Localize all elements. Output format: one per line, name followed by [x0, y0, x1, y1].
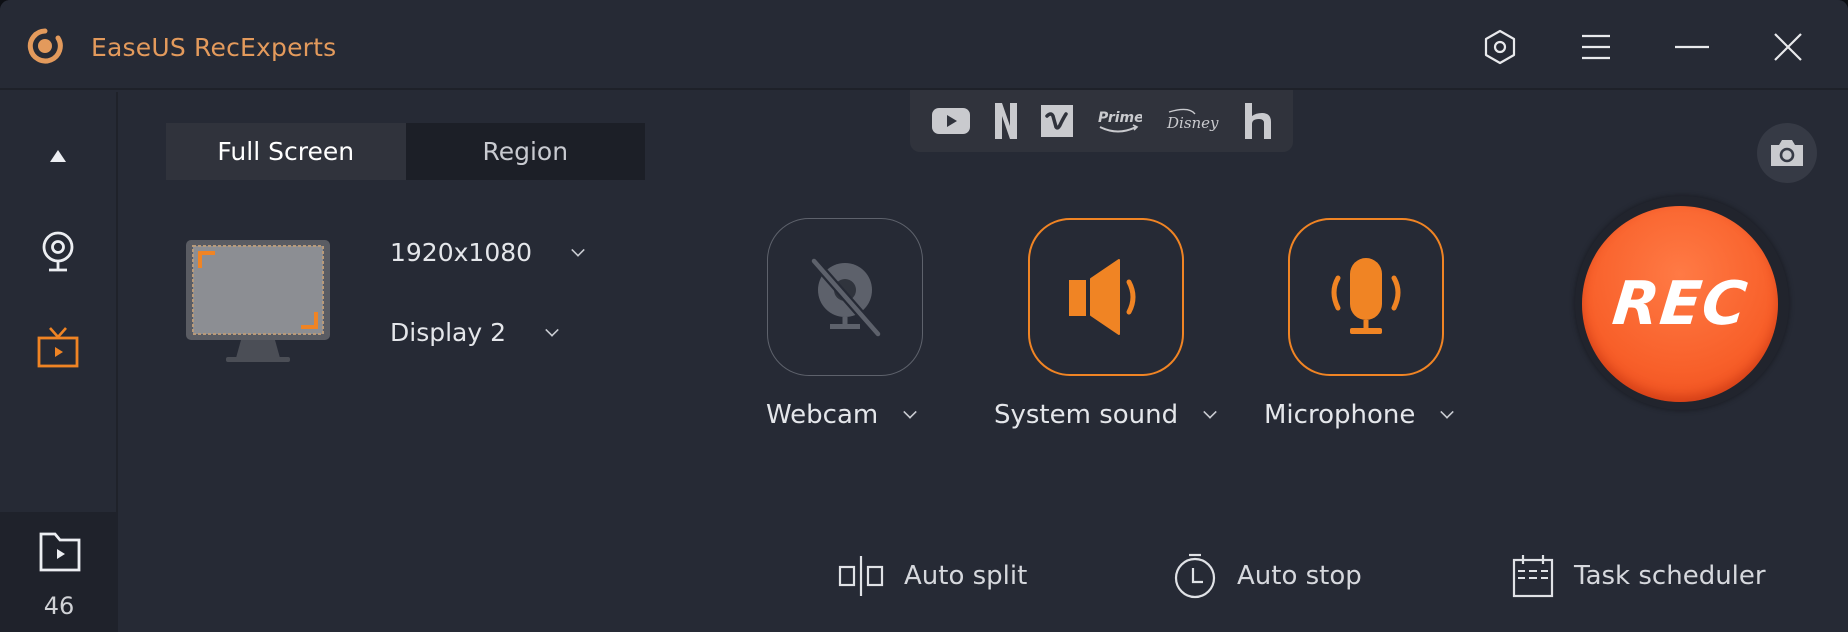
screenshot-button[interactable]	[1757, 123, 1817, 183]
camera-icon	[1771, 140, 1803, 166]
microphone-dropdown[interactable]: Microphone	[1264, 400, 1455, 430]
recordings-count: 46	[43, 592, 75, 620]
resolution-dropdown[interactable]: 1920x1080	[390, 238, 585, 267]
disney-plus-icon: Disney	[1166, 108, 1219, 132]
timer-icon	[1174, 553, 1216, 599]
close-button[interactable]	[1762, 22, 1814, 72]
microphone-icon	[1331, 258, 1401, 334]
chevron-down-icon	[1440, 405, 1455, 419]
youtube-button[interactable]	[931, 101, 971, 141]
tab-full-screen[interactable]: Full Screen	[166, 123, 406, 180]
app-window: EaseUS RecExperts 46 Full Screen Region …	[0, 0, 1848, 632]
settings-button[interactable]	[1474, 22, 1526, 72]
prime-video-icon: Prime	[1098, 110, 1142, 133]
vimeo-button[interactable]	[1041, 101, 1074, 141]
auto-stop-label: Auto stop	[1237, 561, 1362, 591]
split-icon	[838, 556, 884, 596]
calendar-icon	[1512, 555, 1554, 598]
disney-button[interactable]: Disney	[1165, 101, 1221, 141]
webcam-icon	[42, 231, 74, 272]
system-sound-label: System sound	[994, 400, 1179, 430]
speaker-icon	[1069, 259, 1136, 335]
sidebar	[0, 92, 118, 512]
microphone-label: Microphone	[1264, 400, 1416, 430]
prime-button[interactable]: Prime	[1096, 101, 1142, 141]
tv-play-icon	[37, 327, 79, 368]
hulu-button[interactable]	[1244, 101, 1272, 141]
netflix-button[interactable]	[994, 101, 1018, 141]
webcam-dropdown[interactable]: Webcam	[766, 400, 918, 430]
netflix-icon	[995, 103, 1018, 139]
chevron-down-icon	[1203, 405, 1217, 419]
display-dropdown[interactable]: Display 2	[390, 318, 559, 347]
close-icon	[1774, 33, 1802, 61]
microphone-toggle-button[interactable]	[1288, 218, 1444, 376]
webcam-off-icon	[810, 258, 882, 337]
tab-region[interactable]: Region	[405, 123, 645, 180]
triangle-up-icon	[50, 150, 66, 162]
recordings-list-button[interactable]: 46	[0, 512, 118, 632]
monitor-preview-icon	[186, 240, 330, 362]
chevron-down-icon	[903, 405, 918, 419]
hulu-icon	[1244, 103, 1271, 139]
task-scheduler-button[interactable]: Task scheduler	[1512, 553, 1766, 599]
webcam-label: Webcam	[766, 400, 879, 430]
auto-split-button[interactable]: Auto split	[838, 553, 1027, 599]
hamburger-menu-icon	[1582, 34, 1610, 60]
auto-stop-button[interactable]: Auto stop	[1173, 553, 1362, 599]
system-sound-dropdown[interactable]: System sound	[994, 400, 1217, 430]
task-scheduler-label: Task scheduler	[1574, 561, 1766, 591]
capture-mode-tabs: Full Screen Region	[166, 123, 645, 180]
webcam-toggle-button[interactable]	[767, 218, 923, 376]
sidebar-item-collapse[interactable]	[0, 121, 116, 191]
menu-button[interactable]	[1570, 22, 1622, 72]
svg-text:Disney: Disney	[1166, 114, 1219, 132]
resolution-value: 1920x1080	[390, 238, 533, 267]
sidebar-item-video[interactable]	[0, 312, 116, 382]
chevron-down-icon	[571, 242, 585, 257]
minimize-icon	[1675, 45, 1709, 49]
title-bar: EaseUS RecExperts	[0, 0, 1848, 90]
system-sound-toggle-button[interactable]	[1028, 218, 1184, 376]
chevron-down-icon	[545, 322, 559, 337]
folder-play-icon	[39, 532, 81, 572]
svg-text:Prime: Prime	[1098, 110, 1142, 126]
rec-button[interactable]: REC	[1582, 206, 1778, 402]
vimeo-icon	[1041, 105, 1074, 137]
streaming-services-bar: Prime Disney	[910, 90, 1293, 152]
app-title: EaseUS RecExperts	[91, 33, 337, 62]
app-logo-icon	[27, 28, 63, 64]
sidebar-item-webcam[interactable]	[0, 217, 116, 287]
auto-split-label: Auto split	[904, 561, 1028, 591]
rec-label: REC	[1609, 269, 1751, 339]
minimize-button[interactable]	[1666, 22, 1718, 72]
youtube-icon	[932, 108, 971, 134]
display-value: Display 2	[390, 318, 507, 347]
settings-icon	[1484, 29, 1516, 65]
